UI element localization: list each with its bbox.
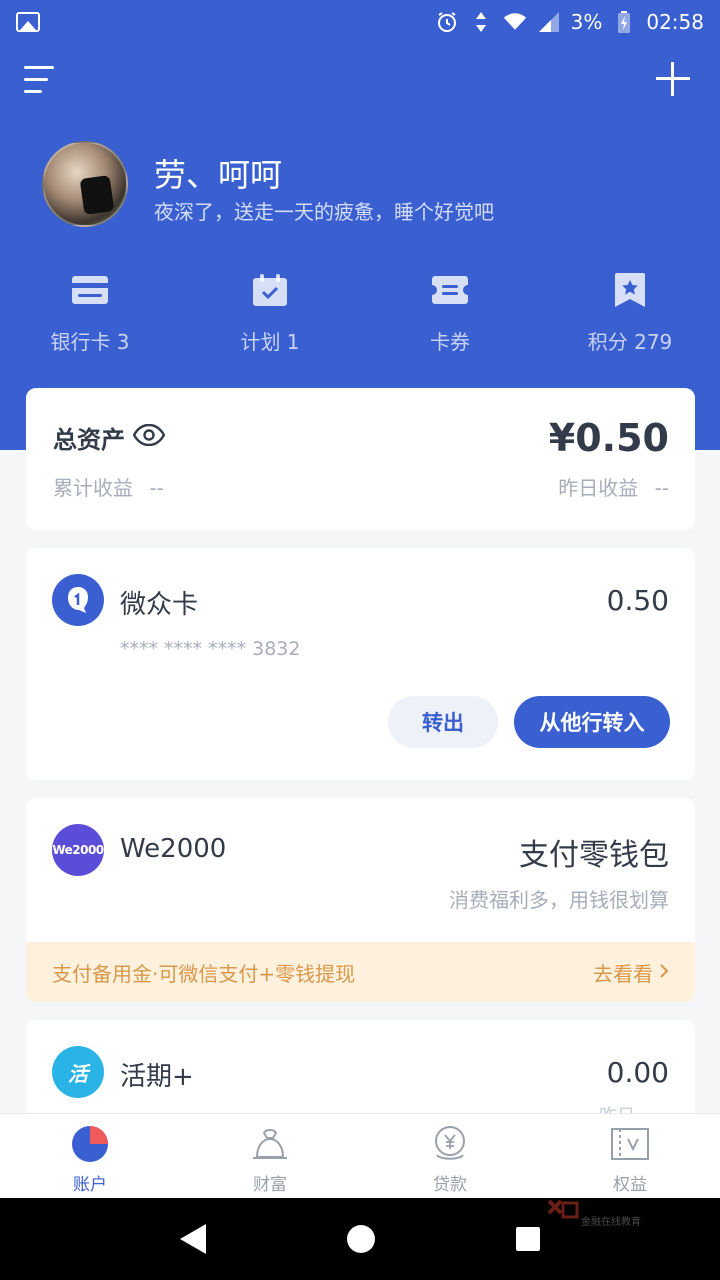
chevron-right-icon — [659, 960, 669, 984]
avatar[interactable] — [42, 141, 128, 227]
recent-apps-icon[interactable] — [515, 1227, 540, 1251]
card-number: **** **** **** 3832 — [120, 638, 301, 660]
huoqi-amount: 0.00 — [606, 1056, 669, 1089]
pie-chart-icon — [70, 1124, 110, 1164]
tab-label: 贷款 — [433, 1175, 467, 1195]
we2000-card[interactable]: We2000 We2000 支付零钱包 消费福利多，用钱很划算 支付备用金·可微… — [26, 798, 695, 1002]
calendar-check-icon — [250, 270, 290, 310]
huoqi-name: 活期+ — [120, 1062, 194, 1092]
watermark-text: 金融在线教育 — [581, 1217, 641, 1228]
tab-label: 权益 — [613, 1175, 647, 1195]
battery-percentage: 3% — [570, 10, 603, 34]
quick-link-label: 卡券 — [430, 330, 470, 354]
bottom-tab-bar: 账户 财富 贷款 权益 — [0, 1113, 720, 1198]
bank-card-icon — [70, 270, 110, 310]
menu-icon[interactable] — [24, 64, 56, 96]
total-assets-amount: ¥0.50 — [548, 416, 669, 460]
username: 劳、呵呵 — [154, 156, 283, 194]
quick-link-plans[interactable]: 计划 1 — [180, 270, 360, 360]
promo-text: 支付备用金·可微信支付+零钱提现 — [52, 961, 356, 986]
card-balance: 0.50 — [606, 584, 669, 617]
top-action-bar — [0, 56, 720, 106]
tab-account[interactable]: 账户 — [0, 1114, 180, 1198]
yesterday-earnings-label: 昨日收益 — [558, 476, 639, 500]
quick-link-vouchers[interactable]: 卡券 — [360, 270, 540, 360]
cumulative-earnings-label: 累计收益 — [53, 476, 133, 500]
eye-icon[interactable] — [132, 423, 166, 452]
huoqi-card[interactable]: 活 活期+ 0.00 昨日 — [26, 1020, 695, 1127]
yen-coin-icon — [430, 1124, 470, 1164]
tab-rights[interactable]: 权益 — [540, 1114, 720, 1198]
bookmark-star-icon — [610, 270, 650, 310]
watermark-logo: 金融在线教育 — [545, 1195, 675, 1229]
gallery-notification-icon — [16, 12, 40, 32]
huoqi-logo-icon: 活 — [52, 1046, 104, 1098]
alarm-icon — [435, 10, 459, 34]
battery-charging-icon — [612, 10, 636, 34]
weizhong-logo-icon — [52, 574, 104, 626]
wifi-icon — [503, 10, 527, 34]
greeting-text: 夜深了，送走一天的疲惫，睡个好觉吧 — [154, 200, 494, 224]
yesterday-earnings-value: -- — [654, 476, 669, 500]
card-name: 微众卡 — [120, 590, 199, 620]
quick-links: 银行卡 3 计划 1 卡券 积分 279 — [0, 270, 720, 360]
tab-label: 账户 — [73, 1175, 107, 1195]
status-bar: 3% 02:58 — [0, 0, 720, 44]
we2000-name: We2000 — [120, 834, 227, 864]
transfer-out-button[interactable]: 转出 — [388, 696, 498, 748]
tab-label: 财富 — [253, 1175, 287, 1195]
data-transfer-icon — [469, 10, 493, 34]
add-icon[interactable] — [656, 62, 690, 96]
cumulative-earnings: 累计收益 -- — [53, 472, 164, 501]
home-icon[interactable] — [346, 1225, 375, 1253]
we2000-promo-banner[interactable]: 支付备用金·可微信支付+零钱提现 去看看 — [26, 942, 695, 1002]
tab-loan[interactable]: 贷款 — [360, 1114, 540, 1198]
promo-link[interactable]: 去看看 — [593, 958, 669, 987]
back-icon[interactable] — [180, 1224, 207, 1254]
voucher-icon — [610, 1124, 650, 1164]
cell-signal-icon — [537, 10, 561, 34]
quick-link-bank-cards[interactable]: 银行卡 3 — [0, 270, 180, 360]
tab-wealth[interactable]: 财富 — [180, 1114, 360, 1198]
quick-link-label: 计划 1 — [240, 330, 300, 354]
total-assets-card[interactable]: 总资产 ¥0.50 累计收益 -- 昨日收益 -- — [26, 388, 695, 530]
transfer-in-button[interactable]: 从他行转入 — [514, 696, 670, 748]
total-assets-label: 总资产 — [53, 426, 125, 454]
cumulative-earnings-value: -- — [149, 476, 164, 500]
weizhong-card[interactable]: 微众卡 0.50 **** **** **** 3832 转出 从他行转入 — [26, 548, 695, 780]
total-assets-heading: 总资产 — [53, 420, 166, 455]
quick-link-label: 积分 279 — [587, 330, 673, 354]
quick-link-label: 银行卡 3 — [50, 330, 130, 354]
clock: 02:58 — [646, 10, 704, 34]
we2000-title: 支付零钱包 — [519, 838, 669, 873]
promo-link-label: 去看看 — [593, 961, 653, 986]
quick-link-points[interactable]: 积分 279 — [540, 270, 720, 360]
ticket-icon — [430, 270, 470, 310]
we2000-logo-icon: We2000 — [52, 824, 104, 876]
money-bag-icon — [250, 1124, 290, 1164]
we2000-subtitle: 消费福利多，用钱很划算 — [449, 888, 669, 912]
yesterday-earnings: 昨日收益 -- — [558, 472, 669, 501]
